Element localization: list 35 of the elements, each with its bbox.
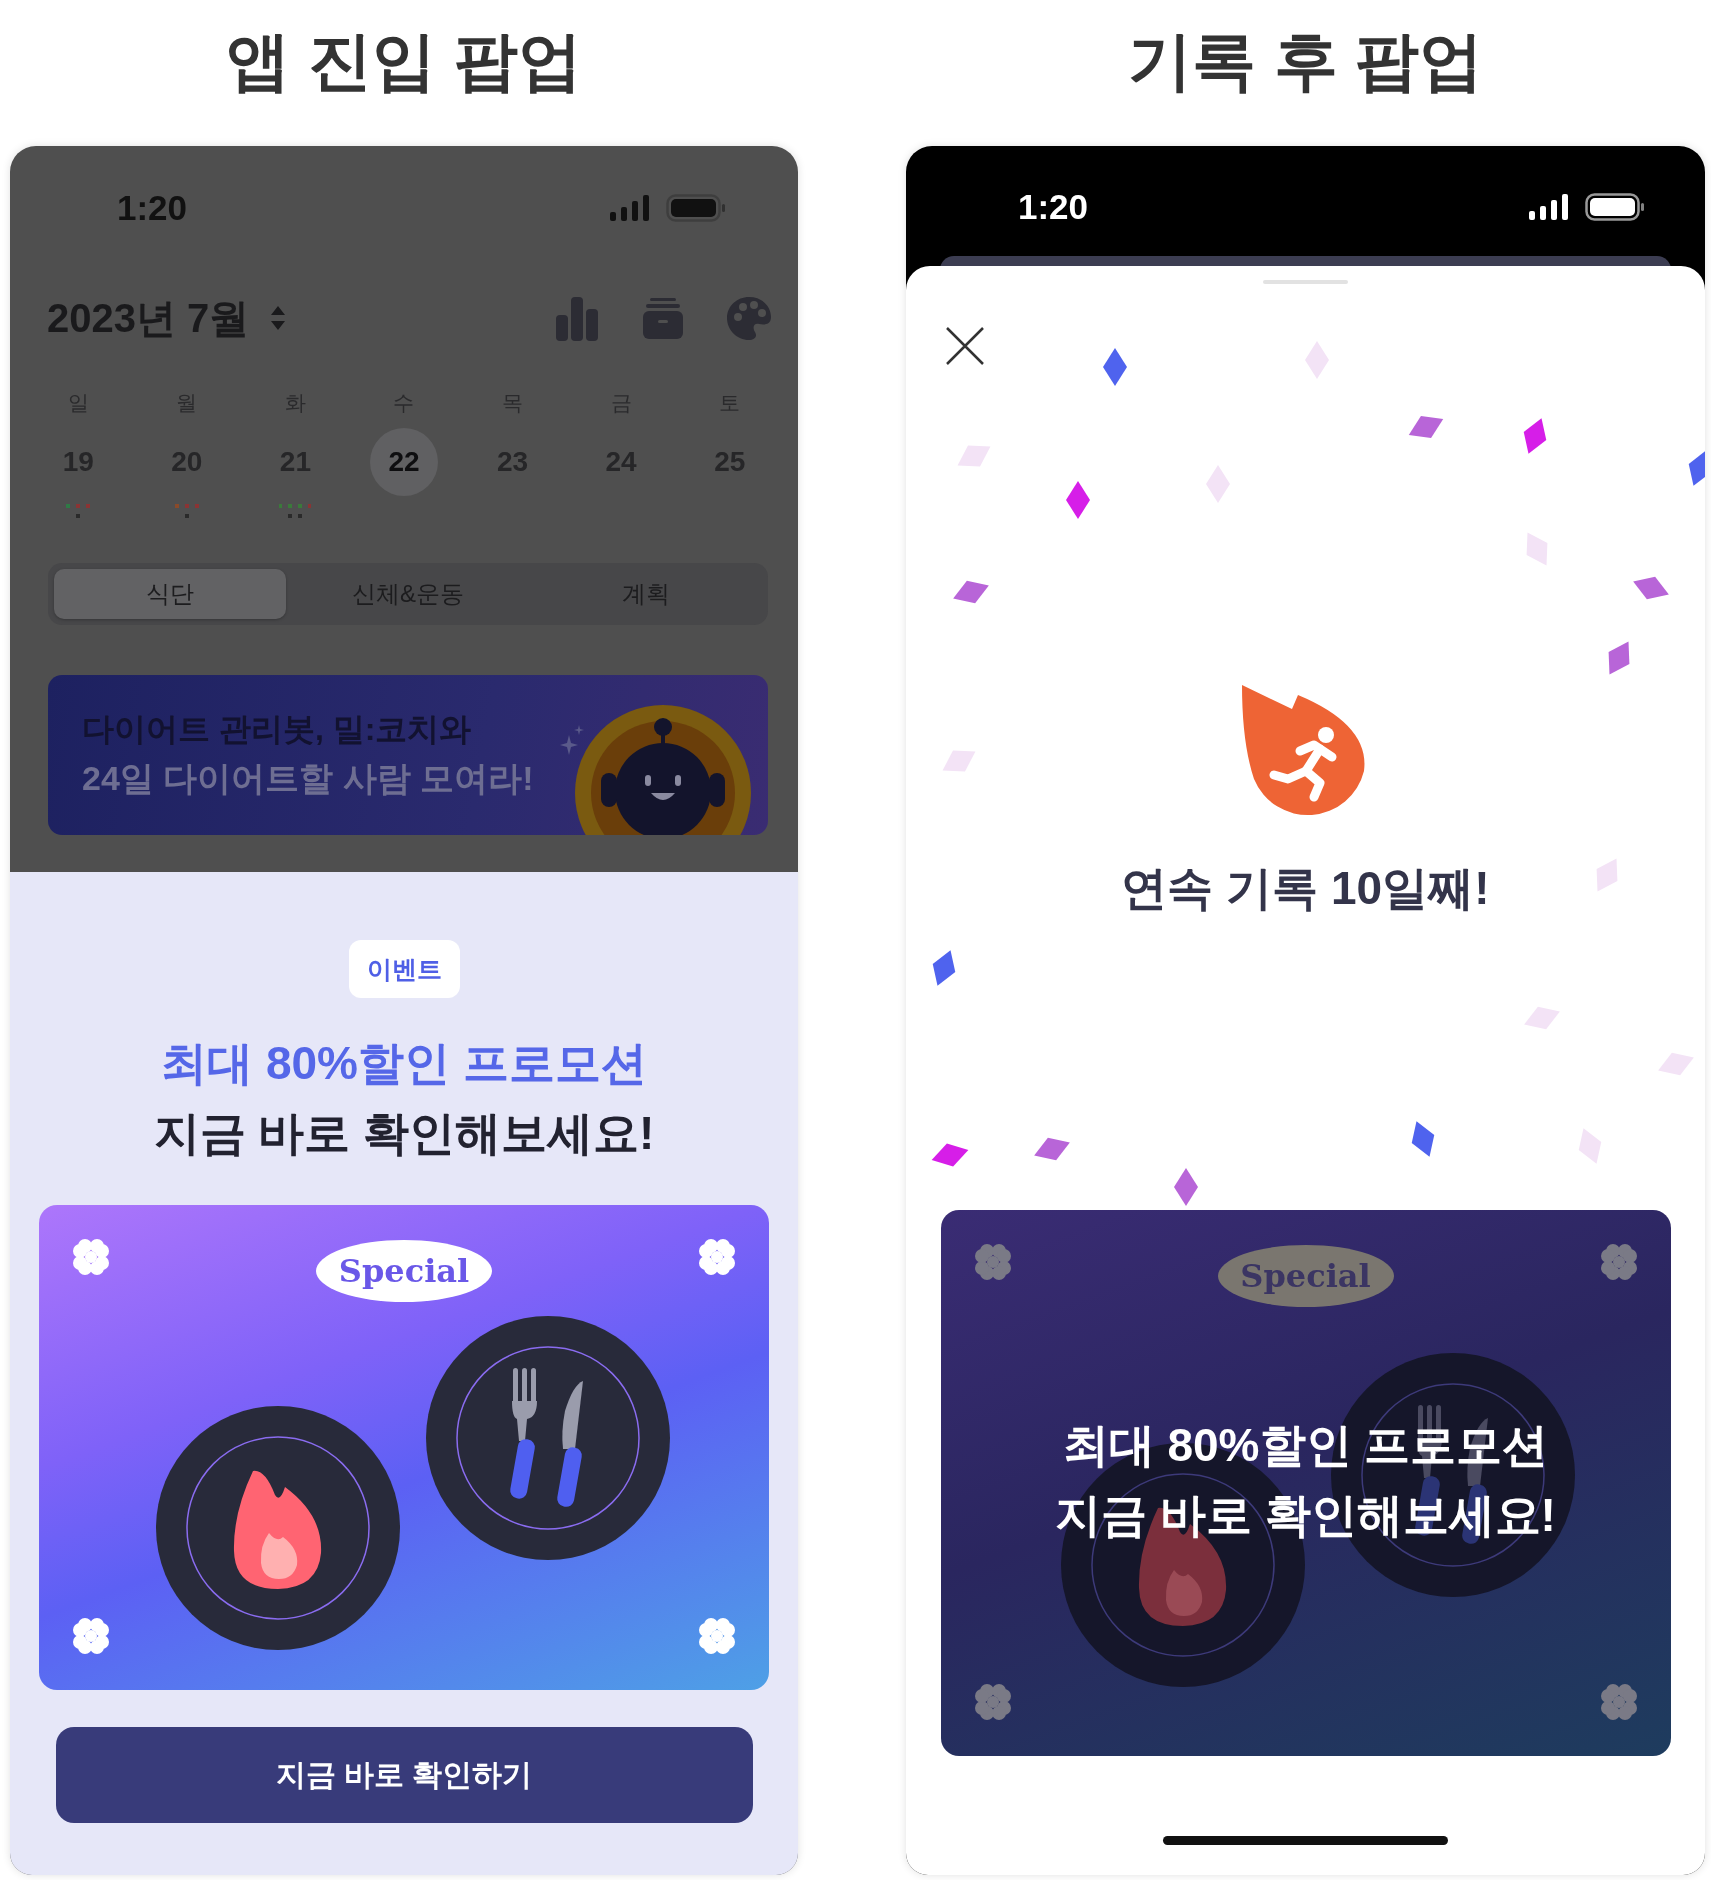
calendar-date[interactable]: 22 bbox=[370, 428, 438, 496]
clover-icon bbox=[71, 1616, 111, 1656]
signal-icon bbox=[1529, 194, 1569, 220]
clover-icon bbox=[972, 1682, 1013, 1722]
bar-chart-icon[interactable] bbox=[554, 295, 600, 341]
card-headline: 최대 80%할인 프로모션 bbox=[1062, 1418, 1549, 1473]
popup-headline: 최대 80%할인 프로모션 bbox=[161, 1036, 647, 1091]
battery-icon bbox=[1585, 193, 1645, 221]
signal-icon bbox=[610, 195, 650, 221]
storage-box-icon[interactable] bbox=[640, 295, 686, 341]
special-tag: Special bbox=[1217, 1245, 1394, 1307]
screen-heading: 앱 진입 팝업 bbox=[226, 24, 582, 99]
close-icon bbox=[945, 326, 985, 366]
tab[interactable]: 식단 bbox=[54, 569, 286, 619]
check-now-button[interactable]: 지금 바로 확인하기 bbox=[55, 1727, 753, 1823]
sparkle-icon bbox=[560, 725, 584, 755]
clover-icon bbox=[1598, 1242, 1639, 1282]
clover-icon bbox=[972, 1242, 1013, 1282]
sort-icon[interactable] bbox=[269, 304, 288, 332]
palette-icon[interactable] bbox=[726, 295, 772, 341]
banner-subtitle: 24일 다이어트할 사람 모여라! bbox=[82, 758, 534, 799]
close-button[interactable] bbox=[945, 326, 985, 366]
status-time: 1:20 bbox=[117, 188, 188, 228]
streak-message: 연속 기록 10일째! bbox=[1121, 861, 1490, 916]
battery-icon bbox=[666, 194, 726, 222]
screen-heading: 기록 후 팝업 bbox=[1127, 24, 1484, 99]
card-subheadline: 지금 바로 확인해보세요! bbox=[1055, 1488, 1556, 1543]
popup-subheadline: 지금 바로 확인해보세요! bbox=[153, 1106, 655, 1161]
clover-icon bbox=[697, 1616, 737, 1656]
clover-icon bbox=[1598, 1682, 1639, 1722]
event-badge: 이벤트 bbox=[348, 940, 460, 998]
clover-icon bbox=[697, 1237, 737, 1277]
clover-icon bbox=[71, 1237, 111, 1277]
special-tag: Special bbox=[316, 1240, 492, 1302]
status-time: 1:20 bbox=[1018, 187, 1089, 227]
